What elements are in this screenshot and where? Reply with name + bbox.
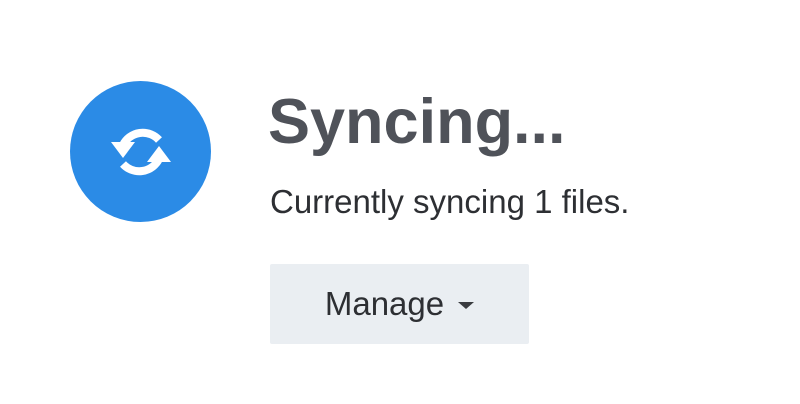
chevron-down-icon [458, 302, 475, 309]
sync-icon [110, 128, 171, 175]
status-title: Syncing... [268, 87, 566, 157]
manage-button-label: Manage [324, 285, 445, 322]
manage-button[interactable]: Manage [270, 264, 529, 344]
sync-status-panel: Syncing... Currently syncing 1 files. Ma… [0, 0, 800, 404]
sync-status-badge [70, 81, 211, 222]
status-message: Currently syncing 1 files. [270, 183, 630, 220]
